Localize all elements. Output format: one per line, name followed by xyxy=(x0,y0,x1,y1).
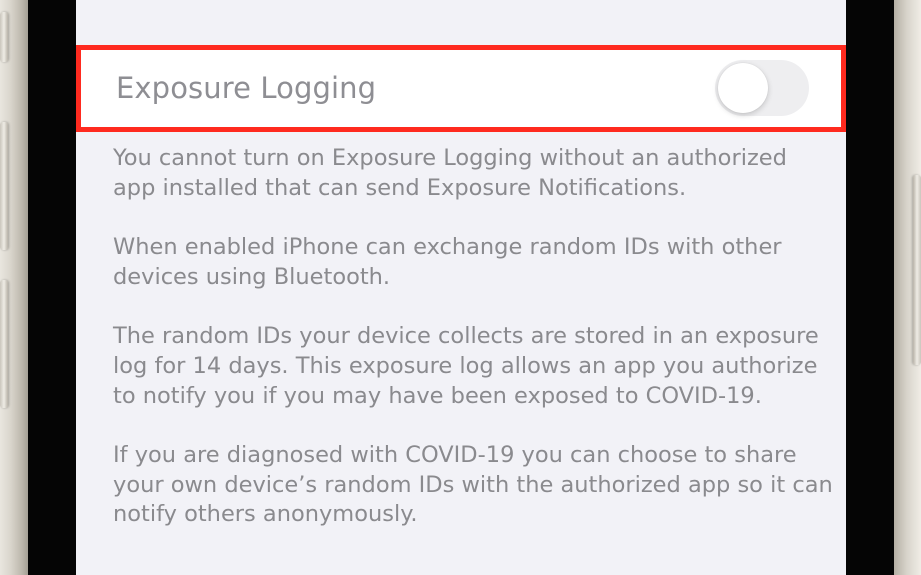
footer-paragraph: If you are diagnosed with COVID-19 you c… xyxy=(113,441,833,528)
exposure-logging-row[interactable]: Exposure Logging xyxy=(79,49,842,127)
power-button xyxy=(913,175,921,365)
settings-screen: Exposure Logging You cannot turn on Expo… xyxy=(76,0,846,575)
exposure-logging-toggle[interactable] xyxy=(715,60,809,116)
volume-down-button xyxy=(0,280,8,408)
toggle-knob xyxy=(718,63,768,113)
footer-paragraph: The random IDs your device collects are … xyxy=(113,323,819,409)
footer-paragraph: When enabled iPhone can exchange random … xyxy=(113,234,782,290)
footer-paragraph: You cannot turn on Exposure Logging with… xyxy=(113,145,787,201)
exposure-logging-description: You cannot turn on Exposure Logging with… xyxy=(113,144,833,560)
action-button xyxy=(0,12,8,62)
exposure-logging-label: Exposure Logging xyxy=(116,71,377,105)
volume-up-button xyxy=(0,122,8,250)
phone-frame: Exposure Logging You cannot turn on Expo… xyxy=(0,0,921,575)
